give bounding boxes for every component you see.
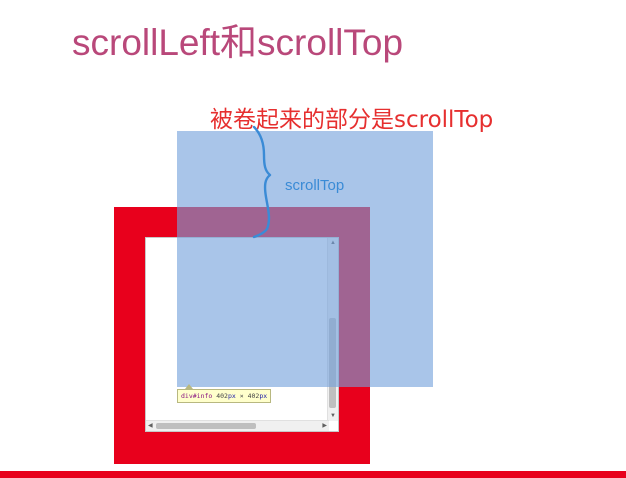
bottom-rule: [0, 471, 626, 478]
horizontal-scroll-thumb[interactable]: [156, 423, 256, 429]
scroll-right-icon[interactable]: ▶: [322, 423, 327, 429]
brace-curve: [252, 125, 272, 239]
scroll-left-icon[interactable]: ◀: [148, 423, 153, 429]
horizontal-scrollbar[interactable]: ◀ ▶: [146, 420, 329, 431]
scrolltop-label: scrollTop: [285, 177, 345, 194]
tooltip-height: 402: [247, 392, 260, 400]
tooltip-width: 402: [216, 392, 228, 400]
tooltip-separator: ×: [235, 392, 248, 400]
scrolled-content-box: [177, 131, 433, 387]
element-size-tooltip: div#info 402px × 402px: [177, 389, 272, 403]
tooltip-tag: div#info: [181, 392, 213, 400]
tooltip-width-unit: px: [227, 392, 236, 400]
tooltip-height-unit: px: [259, 392, 268, 400]
slide-title: scrollLeft和scrollTop: [72, 22, 404, 63]
scroll-down-icon[interactable]: ▼: [330, 413, 336, 419]
scrolltop-brace: [252, 125, 272, 239]
